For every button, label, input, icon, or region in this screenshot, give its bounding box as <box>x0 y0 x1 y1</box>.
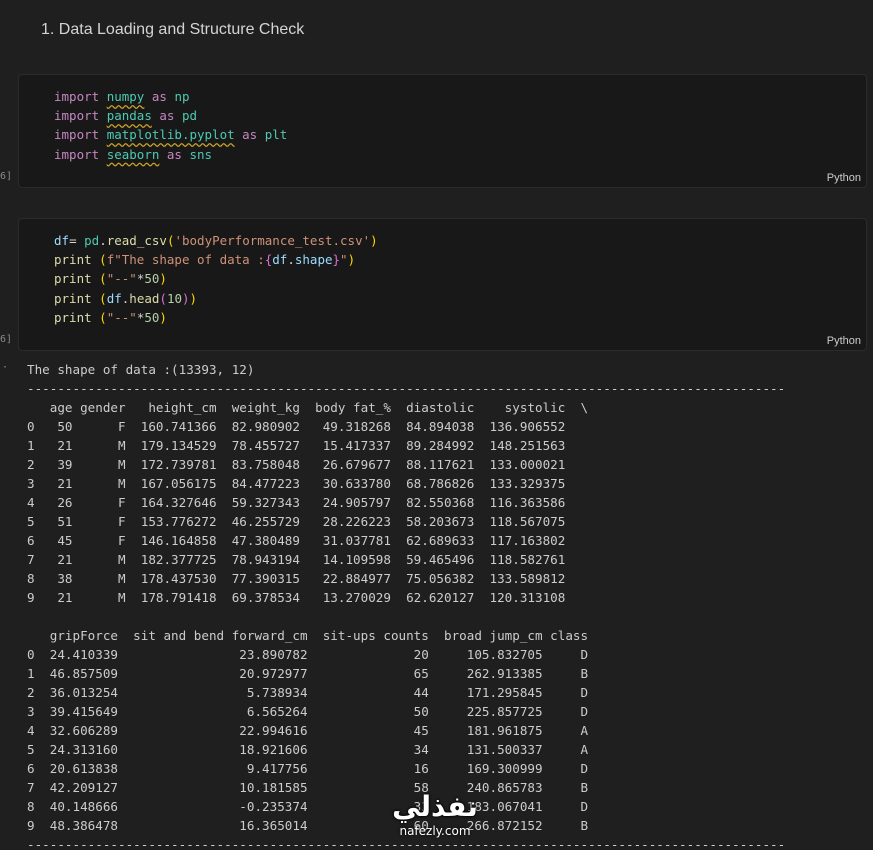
code-token: numpy <box>106 89 145 104</box>
code-line[interactable]: df= pd.read_csv('bodyPerformance_test.cs… <box>54 231 378 250</box>
output-line: 6 20.613838 9.417756 16 169.300999 D <box>27 761 589 776</box>
code-token: head <box>129 290 160 306</box>
code-token: as <box>159 146 190 162</box>
code-token: import <box>54 127 107 143</box>
code-token: shape <box>294 252 333 268</box>
code-token: = <box>69 233 85 248</box>
code-token: 50 <box>144 271 160 287</box>
code-line[interactable]: import pandas as pd <box>54 106 287 125</box>
watermark-logo: نفذلي <box>392 790 478 823</box>
output-line: 1 46.857509 20.972977 65 262.913385 B <box>27 666 589 681</box>
code-line[interactable]: import seaborn as sns <box>54 145 287 164</box>
code-token: print <box>54 309 92 325</box>
code-token: . <box>99 233 107 248</box>
code-token: pd <box>181 108 198 124</box>
output-line: 1 21 M 179.134529 78.455727 15.417337 89… <box>27 438 566 453</box>
code-token: . <box>287 252 295 268</box>
code-token: 50 <box>144 309 160 325</box>
code-cell-imports[interactable]: import numpy as np import pandas as pd imp… <box>18 74 867 188</box>
code-token: as <box>144 89 175 104</box>
output-line: 4 26 F 164.327646 59.327343 24.905797 82… <box>27 495 566 510</box>
code-token: ) <box>370 233 378 248</box>
code-token: ( <box>99 309 107 325</box>
output-line: 3 21 M 167.056175 84.477223 30.633780 68… <box>27 476 566 491</box>
code-line[interactable]: print ("--"*50) <box>54 308 378 327</box>
code-line[interactable]: print (df.head(10)) <box>54 289 378 308</box>
code-token: ( <box>99 290 107 306</box>
code-token: print <box>54 252 92 268</box>
code-token: ( <box>99 271 107 287</box>
output-line: 7 21 M 182.377725 78.943194 14.109598 59… <box>27 552 566 567</box>
code-token: ) <box>182 290 190 306</box>
code-token: ( <box>99 252 107 268</box>
code-token: as <box>151 108 182 124</box>
code-token: np <box>174 89 190 104</box>
language-label[interactable]: Python <box>827 335 861 347</box>
code-token: seaborn <box>106 146 160 162</box>
output-line: 5 24.313160 18.921606 34 131.500337 A <box>27 742 589 757</box>
output-line: 2 36.013254 5.738934 44 171.295845 D <box>27 685 589 700</box>
execution-count: 6] <box>0 334 13 345</box>
code-token: print <box>54 271 92 287</box>
code-token: ) <box>159 309 167 325</box>
code-editor[interactable]: import numpy as np import pandas as pd imp… <box>54 87 287 164</box>
code-token: plt <box>264 127 288 143</box>
code-token: print <box>54 290 92 306</box>
output-line: 2 39 M 172.739781 83.758048 26.679677 88… <box>27 457 566 472</box>
code-token: 'bodyPerformance_test.csv' <box>174 233 371 248</box>
code-line[interactable]: print ("--"*50) <box>54 269 378 288</box>
output-line: 4 32.606289 22.994616 45 181.961875 A <box>27 723 589 738</box>
output-line: 8 38 M 178.437530 77.390315 22.884977 75… <box>27 571 566 586</box>
output-line: 5 51 F 153.776272 46.255729 28.226223 58… <box>27 514 566 529</box>
output-line: 9 21 M 178.791418 69.378534 13.270029 62… <box>27 590 566 605</box>
output-line: 0 24.410339 23.890782 20 105.832705 D <box>27 647 589 662</box>
code-token: "--" <box>106 309 137 325</box>
code-token: pandas <box>106 108 152 124</box>
code-line[interactable]: print (f"The shape of data :{df.shape}") <box>54 250 378 269</box>
code-token: df <box>272 252 288 268</box>
code-line[interactable]: import matplotlib.pyplot as plt <box>54 125 287 144</box>
section-heading: 1. Data Loading and Structure Check <box>41 21 305 38</box>
code-token: sns <box>189 146 213 162</box>
code-token: 10 <box>166 290 182 306</box>
code-token: import <box>54 146 107 162</box>
watermark-url: nafezly.com <box>399 824 471 838</box>
code-token: import <box>54 89 107 104</box>
output-line: 3 39.415649 6.565264 50 225.857725 D <box>27 704 589 719</box>
output-line: age gender height_cm weight_kg body fat_… <box>27 400 589 415</box>
code-token: ) <box>189 290 198 306</box>
cell-output: The shape of data :(13393, 12) ----------… <box>27 360 785 850</box>
output-line: ----------------------------------------… <box>27 381 786 396</box>
code-token: read_csv <box>106 233 167 248</box>
code-token: matplotlib.pyplot <box>106 127 235 143</box>
code-token: f"The shape of data : <box>106 252 265 268</box>
code-token: df <box>54 233 70 248</box>
code-token: } <box>332 252 341 268</box>
code-token: "--" <box>106 271 137 287</box>
code-token: " <box>340 252 348 268</box>
execution-count: 6] <box>0 171 13 182</box>
code-token: df <box>106 290 122 306</box>
code-token: pd <box>84 233 100 248</box>
output-line: 0 50 F 160.741366 82.980902 49.318268 84… <box>27 419 566 434</box>
watermark: نفذلي nafezly.com <box>380 790 490 850</box>
output-line: gripForce sit and bend forward_cm sit-up… <box>27 628 589 643</box>
output-line: The shape of data :(13393, 12) <box>27 362 255 377</box>
code-line[interactable]: import numpy as np <box>54 87 287 106</box>
code-token: as <box>234 127 265 143</box>
code-token: ) <box>159 271 167 287</box>
code-token: import <box>54 108 107 124</box>
language-label[interactable]: Python <box>827 172 861 184</box>
code-token: ( <box>159 290 167 306</box>
code-token: ) <box>347 252 356 268</box>
output-menu-icon[interactable]: · <box>2 362 8 373</box>
code-editor[interactable]: df= pd.read_csv('bodyPerformance_test.cs… <box>54 231 378 327</box>
code-cell-load-data[interactable]: df= pd.read_csv('bodyPerformance_test.cs… <box>18 218 867 351</box>
output-line: 6 45 F 146.164858 47.380489 31.037781 62… <box>27 533 566 548</box>
